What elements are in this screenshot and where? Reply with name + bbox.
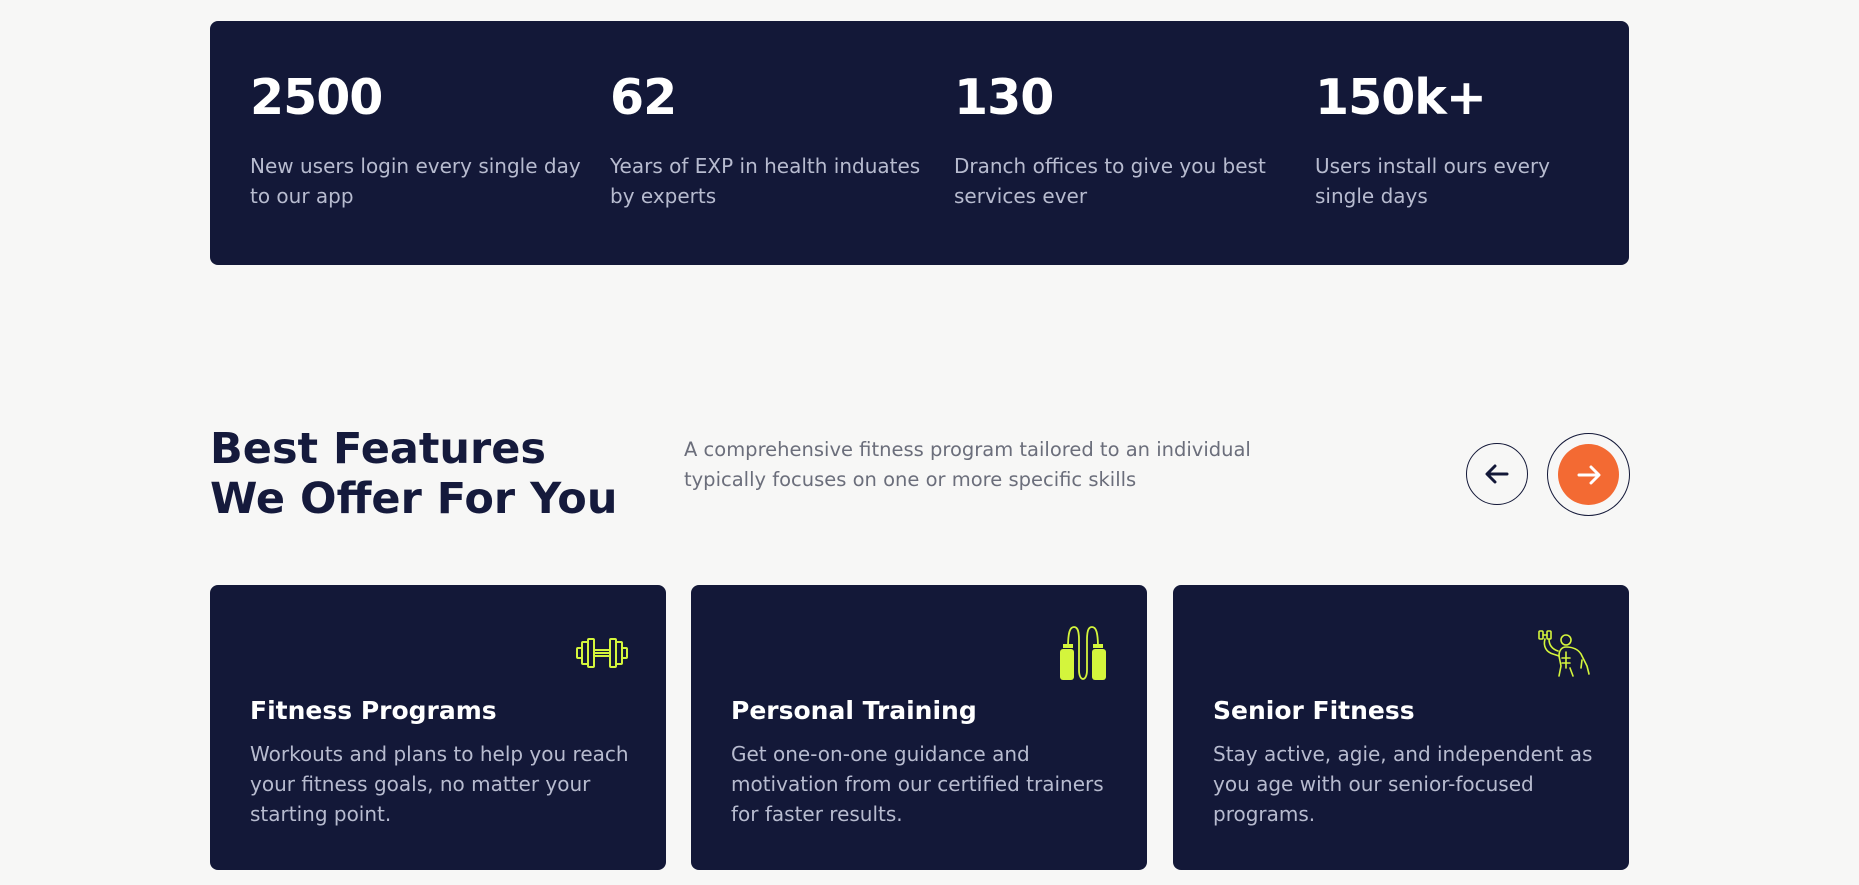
stat-installs: 150k+ Users install ours every single da… (1315, 69, 1605, 211)
stat-description: Years of EXP in health induates by exper… (610, 153, 921, 208)
stat-new-users: 2500 New users login every single day to… (250, 69, 590, 211)
carousel-next-inner[interactable] (1558, 444, 1619, 505)
arrow-left-icon (1485, 464, 1509, 484)
stats-panel: 2500 New users login every single day to… (210, 21, 1629, 265)
bodybuilder-icon (1536, 623, 1591, 683)
features-heading: Best Features We Offer For You (210, 424, 618, 524)
stat-value: 62 (610, 69, 677, 126)
card-title: Senior Fitness (1213, 696, 1415, 725)
card-title: Personal Training (731, 696, 977, 725)
features-intro: A comprehensive fitness program tailored… (684, 438, 1251, 491)
stat-description: Dranch offices to give you best services… (954, 153, 1266, 208)
dumbbell-icon (573, 623, 628, 683)
jump-rope-icon (1054, 623, 1109, 683)
stat-branch-offices: 130 Dranch offices to give you best serv… (954, 69, 1284, 211)
card-description: Get one-on-one guidance and motivation f… (731, 742, 1104, 826)
arrow-right-icon (1577, 465, 1600, 484)
stat-description: Users install ours every single days (1315, 153, 1550, 208)
stat-years-experience: 62 Years of EXP in health induates by ex… (610, 69, 935, 211)
carousel-prev-button[interactable] (1466, 443, 1528, 505)
card-description: Workouts and plans to help you reach you… (250, 742, 629, 826)
feature-card-fitness-programs[interactable]: Fitness Programs Workouts and plans to h… (210, 585, 666, 870)
stat-value: 2500 (250, 69, 383, 126)
card-title: Fitness Programs (250, 696, 497, 725)
stat-value: 150k+ (1315, 69, 1487, 126)
carousel-next-button[interactable] (1547, 433, 1630, 516)
stat-value: 130 (954, 69, 1054, 126)
feature-card-senior-fitness[interactable]: Senior Fitness Stay active, agie, and in… (1173, 585, 1629, 870)
feature-card-personal-training[interactable]: Personal Training Get one-on-one guidanc… (691, 585, 1147, 870)
card-description: Stay active, agie, and independent as yo… (1213, 742, 1593, 826)
stat-description: New users login every single day to our … (250, 153, 581, 208)
